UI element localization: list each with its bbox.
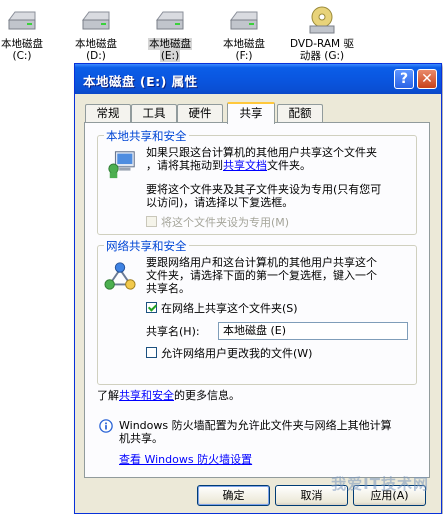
local-info-text: ，请将其拖动到: [146, 159, 223, 172]
help-button[interactable]: ?: [394, 69, 414, 89]
network-info-line3: 共享名。: [146, 282, 190, 295]
share-on-network-checkbox[interactable]: [146, 302, 157, 313]
drive-letter: 动器 (G:): [299, 50, 345, 62]
learn-more-line: 了解共享和安全的更多信息。: [97, 389, 240, 402]
sharing-security-link[interactable]: 共享和安全: [119, 389, 174, 402]
local-sharing-group: 本地共享和安全 如果只跟这台计算机的其他用户共享这个文件夹 ，请将其拖动到共享文…: [97, 128, 417, 235]
hard-drive-icon: [230, 11, 258, 30]
drive-letter: (E:): [159, 50, 181, 62]
local-info-line2: ，请将其拖动到共享文档文件夹。: [146, 159, 311, 172]
drive-f[interactable]: 本地磁盘 (F:): [210, 6, 278, 62]
firewall-info-line1: Windows 防火墙配置为允许此文件夹与网络上其他计算: [119, 419, 392, 432]
drive-letter: (C:): [12, 50, 32, 62]
drive-e[interactable]: 本地磁盘 (E:): [136, 6, 204, 62]
make-private-label: 将这个文件夹设为专用(M): [161, 216, 290, 229]
allow-change-checkbox[interactable]: [146, 347, 157, 358]
firewall-info-line2: 机共享。: [119, 432, 163, 445]
local-info-text: 文件夹。: [267, 159, 311, 172]
site-watermark: 我爱IT技术网: [331, 475, 429, 493]
tab-general[interactable]: 常规: [85, 104, 131, 122]
hard-drive-icon: [156, 11, 184, 30]
share-on-network-label: 在网络上共享这个文件夹(S): [161, 302, 298, 315]
tab-quota[interactable]: 配额: [277, 104, 323, 122]
drive-label: 本地磁盘: [75, 38, 117, 50]
learn-more-text: 的更多信息。: [174, 389, 240, 402]
group-title: 本地共享和安全: [104, 128, 189, 144]
computer-users-icon: [108, 151, 135, 179]
tab-tools[interactable]: 工具: [131, 104, 177, 122]
info-icon: [99, 419, 113, 433]
learn-more-text: 了解: [97, 389, 119, 402]
firewall-settings-link[interactable]: 查看 Windows 防火墙设置: [119, 453, 252, 466]
drive-label: 本地磁盘: [1, 38, 43, 50]
share-name-label: 共享名(H):: [146, 325, 200, 338]
network-info-line1: 要跟网络用户和这台计算机的其他用户共享这个: [146, 256, 377, 269]
private-info-line2: 以访问)，请选择以下复选框。: [146, 196, 294, 209]
drive-c[interactable]: 本地磁盘 (C:): [0, 6, 56, 62]
local-info-line1: 如果只跟这台计算机的其他用户共享这个文件夹: [146, 146, 377, 159]
title-bar[interactable]: 本地磁盘 (E:) 属性 ? ✕: [75, 64, 441, 94]
sharing-panel: 本地共享和安全 如果只跟这台计算机的其他用户共享这个文件夹 ，请将其拖动到共享文…: [84, 122, 430, 478]
drive-letter: (D:): [86, 50, 106, 62]
hard-drive-icon: [8, 11, 36, 30]
drive-label: 本地磁盘: [223, 38, 265, 50]
drive-g-dvd[interactable]: DVD-RAM 驱 动器 (G:): [286, 6, 358, 62]
dialog-title: 本地磁盘 (E:) 属性: [83, 74, 198, 89]
drive-label: DVD-RAM 驱: [290, 38, 354, 50]
drive-label: 本地磁盘: [148, 38, 192, 50]
properties-dialog: 本地磁盘 (E:) 属性 ? ✕ 常规 工具 硬件 共享 配额 本地共享和安全 …: [74, 63, 442, 514]
make-private-checkbox[interactable]: [146, 216, 157, 227]
hard-drive-icon: [82, 11, 110, 30]
network-users-icon: [104, 262, 136, 290]
private-info-line1: 要将这个文件夹及其子文件夹设为专用(只有您可: [146, 183, 382, 196]
share-name-input[interactable]: 本地磁盘 (E): [218, 322, 408, 340]
close-button[interactable]: ✕: [417, 69, 437, 89]
ok-button[interactable]: 确定: [197, 485, 270, 506]
allow-change-label: 允许网络用户更改我的文件(W): [161, 347, 313, 360]
drive-letter: (F:): [235, 50, 253, 62]
group-title: 网络共享和安全: [104, 238, 189, 254]
network-sharing-group: 网络共享和安全 要跟网络用户和这台计算机的其他用户共享这个 文件夹，请选择下面的…: [97, 238, 417, 385]
network-info-line2: 文件夹，请选择下面的第一个复选框，键入一个: [146, 269, 377, 282]
tab-hardware[interactable]: 硬件: [177, 104, 223, 122]
drive-d[interactable]: 本地磁盘 (D:): [62, 6, 130, 62]
shared-documents-link[interactable]: 共享文档: [223, 159, 267, 172]
dvd-drive-icon: [309, 6, 335, 34]
tab-sharing[interactable]: 共享: [227, 102, 275, 124]
